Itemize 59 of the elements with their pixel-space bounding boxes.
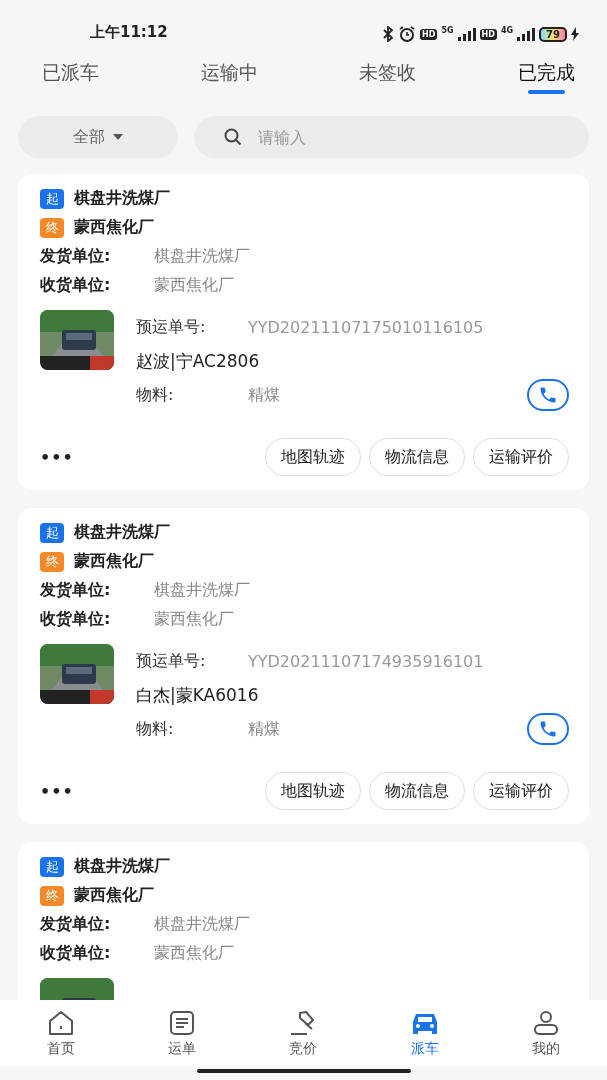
filter-dropdown[interactable]: 全部 [18,116,178,158]
nav-item[interactable]: 首页 [20,1000,101,1066]
driver-plate: 赵波|宁AC2806 [136,349,260,373]
waybill-number: YYD20211107174935916101 [248,651,484,671]
tab[interactable]: 运输中 [198,46,260,94]
destination-name: 蒙西焦化厂 [74,885,154,906]
hd-badge: HD [479,28,497,40]
origin-name: 棋盘井洗煤厂 [74,188,170,209]
field-value: 棋盘井洗煤厂 [154,914,250,935]
driver-plate: 白杰|蒙KA6016 [136,683,259,707]
action-button[interactable]: 地图轨迹 [265,438,361,476]
field-label: 物料: [136,384,175,406]
nav-item[interactable]: 运单 [142,1000,223,1066]
nav-item[interactable]: 我的 [506,1000,587,1066]
origin-tag: 起 [40,856,64,877]
action-button[interactable]: 物流信息 [369,438,465,476]
field-value: 棋盘井洗煤厂 [154,580,250,601]
field-label: 发货单位: [40,914,112,935]
field-label: 预运单号: [136,316,207,338]
origin-name: 棋盘井洗煤厂 [74,856,170,877]
origin-tag: 起 [40,188,64,209]
more-button[interactable]: ••• [40,447,74,467]
destination-tag: 终 [40,551,64,572]
network-label: 4G [500,26,514,35]
nav-item[interactable]: 派车 [384,1000,465,1066]
tab[interactable]: 已派车 [40,46,101,94]
tab[interactable]: 未签收 [357,46,419,94]
search-field[interactable]: 请输入 [194,116,589,158]
origin-tag: 起 [40,522,64,543]
action-button[interactable]: 运输评价 [473,438,569,476]
more-button[interactable]: ••• [40,781,74,801]
origin-name: 棋盘井洗煤厂 [74,522,170,543]
action-button[interactable]: 地图轨迹 [265,772,361,810]
destination-name: 蒙西焦化厂 [74,551,154,572]
field-label: 发货单位: [40,246,112,267]
battery-indicator: 79 [539,26,567,42]
hd-badge: HD [420,28,438,40]
field-value: 精煤 [248,718,281,740]
network-label: 5G [441,26,454,35]
waybill-number: YYD20211107175010116105 [248,317,484,337]
field-value: 蒙西焦化厂 [154,275,234,296]
field-label: 收货单位: [40,275,112,296]
field-label: 发货单位: [40,580,112,601]
field-label: 预运单号: [136,650,207,672]
field-label: 收货单位: [40,943,112,964]
field-label: 物料: [136,718,175,740]
destination-tag: 终 [40,217,64,238]
action-button[interactable]: 运输评价 [473,772,569,810]
field-value: 精煤 [248,384,281,406]
nav-item[interactable]: 竞价 [263,1000,344,1066]
destination-tag: 终 [40,885,64,906]
field-value: 棋盘井洗煤厂 [154,246,250,267]
status-time: 上午11:12 [90,23,168,43]
tab[interactable]: 已完成 [515,46,577,94]
field-value: 蒙西焦化厂 [154,609,234,630]
destination-name: 蒙西焦化厂 [74,217,154,238]
field-value: 蒙西焦化厂 [154,943,234,964]
field-label: 收货单位: [40,609,112,630]
action-button[interactable]: 物流信息 [369,772,465,810]
